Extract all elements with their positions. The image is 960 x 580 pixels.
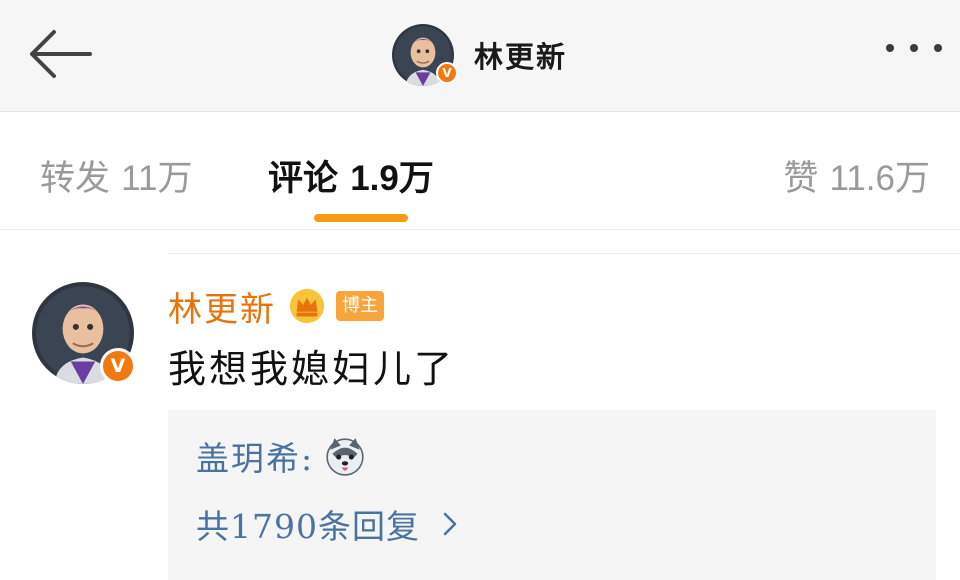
reply-preview: 盖玥希:: [196, 432, 366, 480]
tab-label: 评论: [268, 159, 339, 199]
more-dots-icon: [934, 44, 942, 52]
tab-likes[interactable]: 赞 11.6万: [783, 150, 930, 201]
avatar[interactable]: V: [392, 24, 458, 86]
blogger-badge: 博主: [336, 291, 384, 321]
more-dots-icon: [910, 44, 918, 52]
reply-preview-box[interactable]: 盖玥希: 共1790条回复: [168, 410, 936, 580]
tab-count: 11.6万: [829, 159, 930, 198]
more-button[interactable]: [886, 44, 942, 52]
husky-dog-emoji-icon: [326, 438, 364, 476]
tab-comments[interactable]: 评论 1.9万: [268, 150, 434, 201]
reply-count-label: 共1790条回复: [196, 507, 420, 546]
view-replies-link[interactable]: 共1790条回复: [196, 500, 458, 548]
more-dots-icon: [886, 44, 894, 52]
tab-repost[interactable]: 转发 11万: [40, 150, 193, 201]
page-title: 林更新: [474, 40, 568, 74]
crown-icon: [289, 288, 325, 324]
verified-badge-icon: V: [436, 62, 458, 84]
divider: [168, 253, 960, 254]
active-tab-indicator: [314, 214, 408, 222]
divider: [0, 229, 960, 230]
tab-bar: 转发 11万 评论 1.9万 赞 11.6万: [0, 112, 960, 230]
chevron-right-icon: [443, 512, 457, 536]
avatar[interactable]: V: [32, 282, 136, 384]
comment-item: V 林更新 博主 我想我媳妇儿了 盖玥希: 共1790条回复: [0, 260, 960, 580]
back-button[interactable]: [24, 26, 96, 82]
header-user[interactable]: V 林更新: [392, 22, 567, 88]
tab-count: 1.9万: [350, 159, 434, 198]
tab-label: 转发: [40, 159, 111, 199]
comment-author[interactable]: 林更新: [168, 282, 276, 331]
reply-author[interactable]: 盖玥希:: [196, 432, 314, 480]
verified-badge-icon: V: [100, 348, 136, 384]
tab-count: 11万: [121, 159, 193, 198]
top-bar: V 林更新: [0, 0, 960, 112]
comment-author-row: 林更新 博主: [168, 282, 384, 330]
tab-label: 赞: [783, 159, 819, 199]
back-arrow-icon: [30, 30, 92, 78]
comment-text: 我想我媳妇儿了: [168, 347, 456, 391]
